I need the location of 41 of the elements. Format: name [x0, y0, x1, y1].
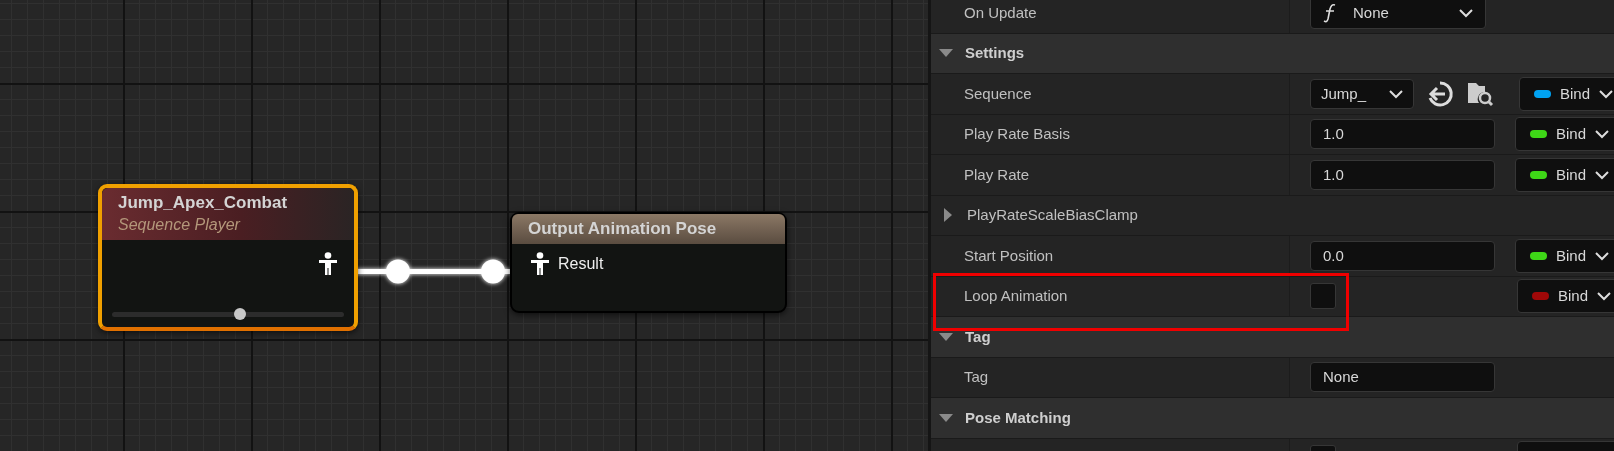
bind-dropdown[interactable]: Bind: [1519, 76, 1614, 111]
bind-dropdown[interactable]: Bind: [1517, 279, 1614, 314]
chevron-icon: [1595, 250, 1610, 261]
node-title: Jump_Apex_Combat: [118, 192, 289, 214]
slider-thumb[interactable]: [233, 308, 246, 320]
checkbox[interactable]: [1310, 283, 1336, 310]
property-label: Start Position: [964, 245, 1054, 266]
number-field[interactable]: 0.0: [1310, 240, 1495, 271]
chevron-icon: [1389, 88, 1403, 99]
person-pin-icon[interactable]: [530, 252, 550, 276]
section-header[interactable]: Settings: [965, 42, 1025, 65]
number-field[interactable]: 1.0: [1310, 159, 1495, 190]
bind-dropdown[interactable]: Bind: [1515, 238, 1614, 273]
chevron-icon: [1595, 129, 1610, 140]
property-label: PlayRateScaleBiasClamp: [967, 205, 1138, 225]
section-header[interactable]: Tag: [965, 325, 991, 348]
name-field[interactable]: None: [1310, 362, 1495, 393]
chevron-icon: [1599, 88, 1614, 99]
node-title: Output Animation Pose: [528, 218, 718, 240]
use-selected-icon[interactable]: [1426, 79, 1454, 108]
property-label: Play Rate: [964, 164, 1030, 185]
person-pin-icon[interactable]: [318, 252, 338, 276]
property-label: Sequence: [964, 83, 1032, 104]
pin-label: Result: [558, 254, 604, 274]
property-label: On Update: [964, 2, 1037, 23]
number-field[interactable]: 1.0: [1310, 119, 1495, 150]
property-label: Play Rate Basis: [964, 124, 1070, 144]
function-icon: [1323, 2, 1337, 23]
chevron-icon: [1459, 7, 1473, 18]
bind-dropdown[interactable]: Bind: [1515, 117, 1614, 152]
bind-dropdown[interactable]: Bind: [1515, 157, 1614, 192]
asset-dropdown[interactable]: Jump_: [1310, 78, 1414, 109]
function-dropdown[interactable]: None: [1310, 0, 1486, 30]
graph-node[interactable]: Output Animation Pose Result: [510, 212, 787, 313]
chevron-icon: [1595, 169, 1610, 180]
graph-node[interactable]: Jump_Apex_Combat Sequence Player: [98, 184, 358, 331]
node-subtitle: Sequence Player: [118, 215, 242, 235]
property-label: Tag: [964, 367, 989, 387]
property-label: Loop Animation: [964, 286, 1068, 306]
section-header[interactable]: Pose Matching: [965, 406, 1071, 429]
chevron-icon: [1597, 291, 1612, 302]
